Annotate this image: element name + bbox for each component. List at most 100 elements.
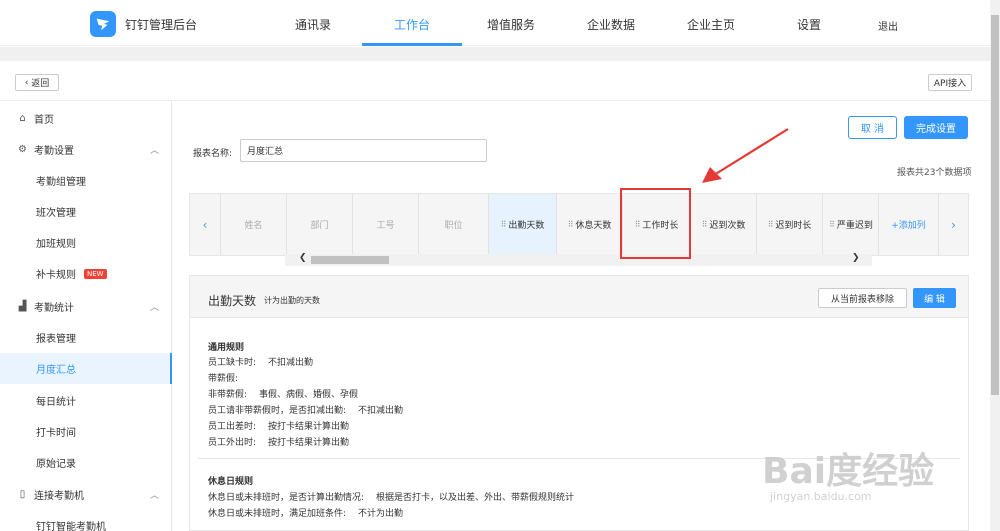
sidebar-item-report-management[interactable]: 报表管理 xyxy=(0,322,172,353)
column-label: 姓名 xyxy=(244,221,263,231)
column-employee-id[interactable]: 工号 xyxy=(352,194,418,255)
chevron-left-icon: ‹ xyxy=(24,77,29,88)
sidebar-item-label: 首页 xyxy=(34,115,54,126)
sidebar-item-daily-stats[interactable]: 每日统计 xyxy=(0,385,172,416)
column-label: 工号 xyxy=(376,221,395,231)
panel-header: 出勤天数 计为出勤的天数 从当前报表移除 编 辑 xyxy=(190,276,968,318)
columns-horizontal-scrollbar[interactable]: ❮ ❯ xyxy=(285,253,872,266)
sidebar-item-label: 班次管理 xyxy=(36,208,76,219)
nav-enterprise-data[interactable]: 企业数据 xyxy=(587,16,635,33)
active-nav-indicator xyxy=(362,43,462,46)
back-button[interactable]: ‹ 返回 xyxy=(15,74,59,91)
rule-value: 按打卡结果计算出勤 xyxy=(268,438,350,448)
chevron-left-icon: ‹ xyxy=(202,217,208,232)
column-department[interactable]: 部门 xyxy=(286,194,352,255)
sidebar-group-attendance-stats[interactable]: ▟ 考勤统计 ︿ xyxy=(0,291,172,322)
nav-contacts[interactable]: 通讯录 xyxy=(295,16,331,33)
chevron-up-icon: ︿ xyxy=(150,491,160,501)
chevron-up-icon: ︿ xyxy=(150,146,160,156)
page-scrollbar[interactable] xyxy=(990,0,1000,531)
chevron-right-icon: › xyxy=(951,217,956,232)
rule-key: 员工出差时: xyxy=(208,422,257,432)
sidebar-item-label: 月度汇总 xyxy=(36,365,76,376)
column-label: 迟到次数 xyxy=(709,221,746,231)
rule-line: 非带薪假: 事假、病假、婚假、孕假 xyxy=(208,387,358,400)
sidebar-item-makeup-rules[interactable]: 补卡规则 NEW xyxy=(0,258,172,289)
device-icon: ▯ xyxy=(19,489,26,500)
rule-key: 休息日或未排班时，是否计算出勤情况: xyxy=(208,493,365,503)
api-access-button[interactable]: API接入 xyxy=(928,74,972,91)
sidebar-item-label: 连接考勤机 xyxy=(34,491,84,502)
scroll-right-button[interactable]: › xyxy=(938,194,968,255)
rules-section-title: 通用规则 xyxy=(208,343,245,353)
column-attendance-days[interactable]: ⠿ 出勤天数 xyxy=(488,194,556,255)
top-nav-bar: 钉钉管理后台 通讯录 工作台 增值服务 企业数据 企业主页 设置 退出 xyxy=(0,0,990,46)
column-late-count[interactable]: ⠿ 迟到次数 xyxy=(690,194,756,255)
sidebar-item-raw-records[interactable]: 原始记录 xyxy=(0,447,172,478)
edit-button[interactable]: 编 辑 xyxy=(913,288,956,308)
sidebar-item-home[interactable]: ⌂ 首页 xyxy=(0,103,172,134)
new-badge: NEW xyxy=(84,268,107,279)
nav-workbench[interactable]: 工作台 xyxy=(394,16,430,33)
nav-value-services[interactable]: 增值服务 xyxy=(487,16,535,33)
scrollbar-thumb[interactable] xyxy=(991,15,999,395)
sidebar-group-attendance-machine[interactable]: ▯ 连接考勤机 ︿ xyxy=(0,479,172,510)
rule-key: 带薪假: xyxy=(208,374,239,384)
rules-section-title: 休息日规则 xyxy=(208,477,254,487)
rule-value: 事假、病假、婚假、孕假 xyxy=(259,390,359,400)
rule-line: 员工外出时: 按打卡结果计算出勤 xyxy=(208,435,349,448)
rule-key: 员工外出时: xyxy=(208,438,257,448)
sidebar-group-attendance-settings[interactable]: ⚙ 考勤设置 ︿ xyxy=(0,134,172,165)
rule-key: 休息日或未排班时，满足加班条件: xyxy=(208,509,347,519)
scroll-left-arrow-icon[interactable]: ❮ xyxy=(299,253,307,263)
column-name[interactable]: 姓名 xyxy=(220,194,286,255)
sidebar-item-overtime-rules[interactable]: 加班规则 xyxy=(0,227,172,258)
rule-value: 不扣减出勤 xyxy=(358,406,404,416)
report-name-label: 报表名称: xyxy=(193,149,233,159)
brand-title: 钉钉管理后台 xyxy=(125,18,198,32)
back-label: 返回 xyxy=(31,79,50,89)
drag-handle-icon[interactable]: ⠿ xyxy=(702,220,708,229)
remove-from-report-button[interactable]: 从当前报表移除 xyxy=(818,288,907,308)
sidebar-item-attendance-groups[interactable]: 考勤组管理 xyxy=(0,165,172,196)
scroll-right-arrow-icon[interactable]: ❯ xyxy=(852,253,860,263)
column-severe-late[interactable]: ⠿ 严重迟到 xyxy=(822,194,878,255)
report-columns-strip: ‹ 姓名 部门 工号 职位 ⠿ 出勤天数 ⠿ 休息天数 ⠿ 工作时长 ⠿ 迟到次数 ⠿ 迟… xyxy=(189,193,969,256)
sidebar-item-smart-machine[interactable]: 钉钉智能考勤机 xyxy=(0,510,172,531)
drag-handle-icon[interactable]: ⠿ xyxy=(501,220,507,229)
sidebar-item-clock-times[interactable]: 打卡时间 xyxy=(0,416,172,447)
baidu-jingyan-watermark: Bai度经验 jingyan.baidu.com xyxy=(762,442,982,522)
watermark-url: jingyan.baidu.com xyxy=(770,490,872,503)
column-label: 迟到时长 xyxy=(775,221,812,231)
drag-handle-icon[interactable]: ⠿ xyxy=(568,220,574,229)
rule-line: 员工请非带薪假时，是否扣减出勤: 不扣减出勤 xyxy=(208,403,403,416)
add-column-button[interactable]: +添加列 xyxy=(878,194,938,255)
bar-chart-icon: ▟ xyxy=(18,301,27,312)
report-name-input[interactable]: 月度汇总 xyxy=(240,139,487,162)
rule-line: 休息日或未排班时，满足加班条件: 不计为出勤 xyxy=(208,506,403,519)
logout-link[interactable]: 退出 xyxy=(878,18,898,33)
drag-handle-icon[interactable]: ⠿ xyxy=(829,220,835,229)
sidebar-item-monthly-summary[interactable]: 月度汇总 xyxy=(0,353,173,384)
scroll-left-button[interactable]: ‹ xyxy=(190,194,220,255)
nav-settings[interactable]: 设置 xyxy=(797,16,821,33)
column-rest-days[interactable]: ⠿ 休息天数 xyxy=(556,194,622,255)
rule-value: 不扣减出勤 xyxy=(268,358,314,368)
scrollbar-thumb[interactable] xyxy=(311,256,389,264)
finish-settings-button[interactable]: 完成设置 xyxy=(904,116,968,139)
rule-key: 非带薪假: xyxy=(208,390,248,400)
sidebar-item-label: 原始记录 xyxy=(36,459,76,470)
watermark-logo-text: Bai度经验 xyxy=(762,451,935,492)
rule-key: 员工缺卡时: xyxy=(208,358,257,368)
sub-toolbar xyxy=(0,61,990,101)
column-late-duration[interactable]: ⠿ 迟到时长 xyxy=(756,194,822,255)
sidebar-item-shifts[interactable]: 班次管理 xyxy=(0,196,172,227)
cancel-button[interactable]: 取 消 xyxy=(848,116,897,139)
annotation-highlight-box xyxy=(620,188,691,259)
nav-enterprise-home[interactable]: 企业主页 xyxy=(687,16,735,33)
drag-handle-icon[interactable]: ⠿ xyxy=(768,220,774,229)
header-divider xyxy=(0,47,990,61)
column-position[interactable]: 职位 xyxy=(418,194,488,255)
rule-value: 不计为出勤 xyxy=(358,509,404,519)
sidebar-item-label: 每日统计 xyxy=(36,397,76,408)
